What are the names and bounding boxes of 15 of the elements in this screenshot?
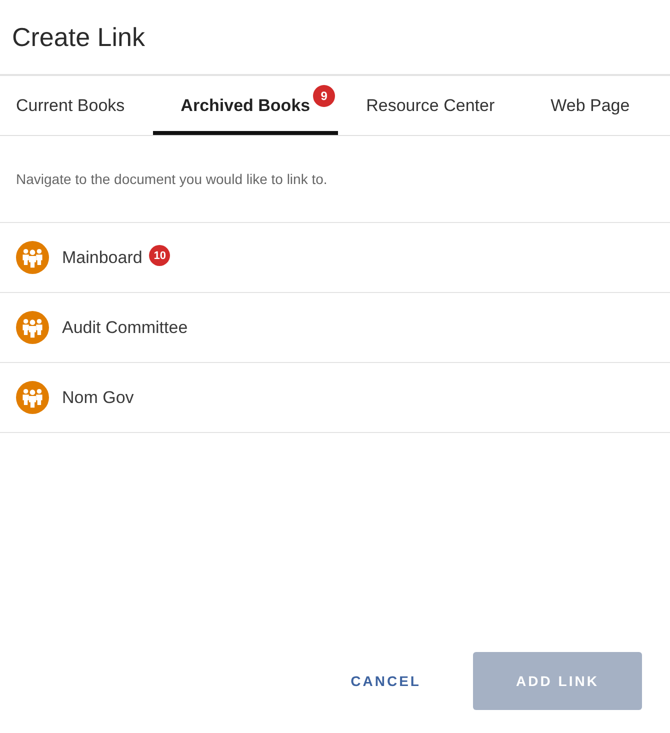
committee-name[interactable]: Nom Gov xyxy=(62,388,134,408)
committee-name[interactable]: Audit Committee xyxy=(62,318,188,338)
tab[interactable]: Current Books xyxy=(0,76,153,135)
tab[interactable]: Archived Books 9 xyxy=(152,76,338,135)
dialog-title: Create Link xyxy=(12,22,145,52)
cancel-button[interactable]: CANCEL xyxy=(334,663,437,699)
count-badge: 10 xyxy=(149,245,170,266)
instruction-text: Navigate to the document you would like to link to. xyxy=(16,171,328,187)
people-group-icon xyxy=(16,381,49,414)
people-group-icon xyxy=(16,311,49,344)
count-badge: 9 xyxy=(313,85,336,107)
tab[interactable]: Web Page xyxy=(522,76,658,135)
tab[interactable]: Resource Center xyxy=(338,76,523,135)
people-group-icon xyxy=(16,241,49,274)
committee-name[interactable]: Mainboard xyxy=(62,248,142,268)
